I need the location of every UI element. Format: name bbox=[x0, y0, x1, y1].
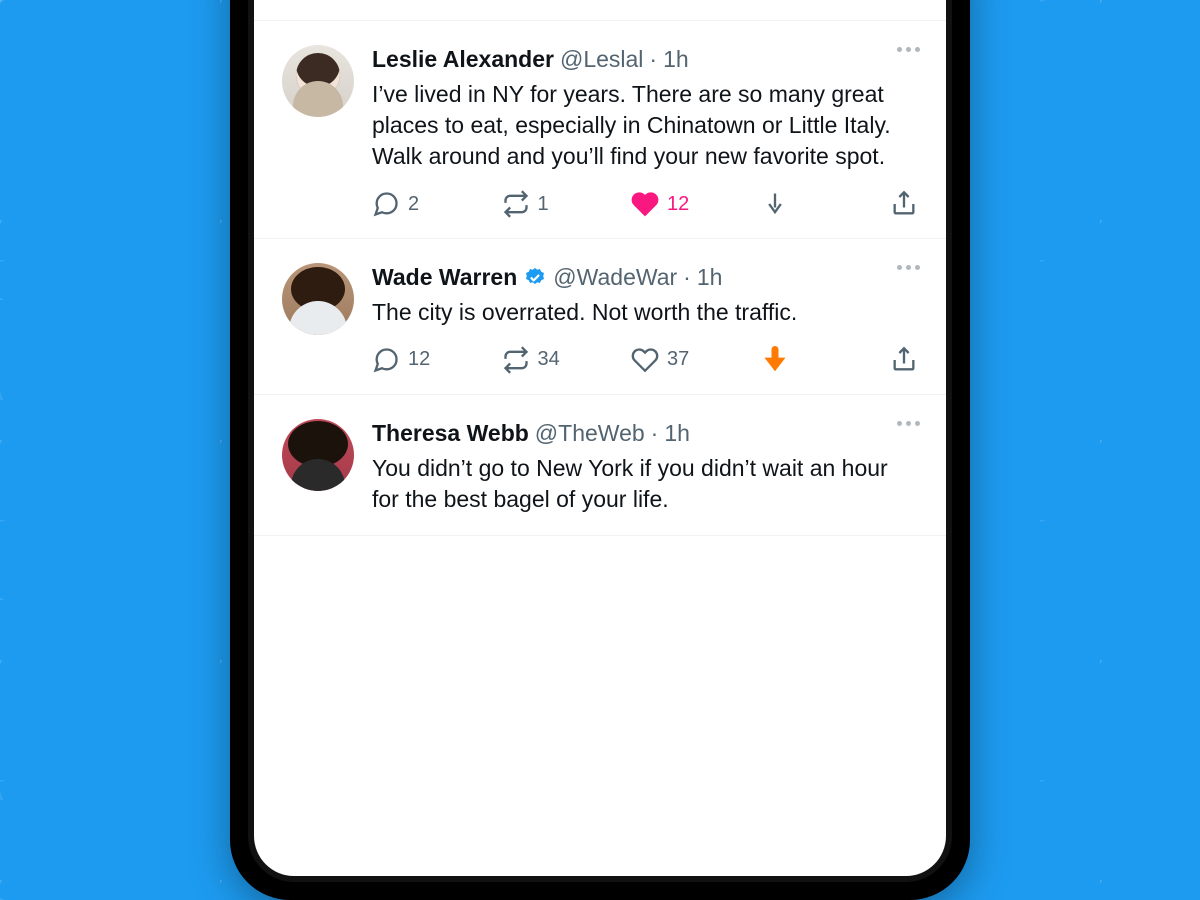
reply-count: 12 bbox=[408, 348, 430, 371]
share-button[interactable] bbox=[890, 190, 918, 218]
reply-icon bbox=[372, 190, 400, 218]
share-icon bbox=[890, 190, 918, 218]
phone-frame: Leslie Alexander @Leslal · 1h I’ve lived… bbox=[230, 0, 970, 900]
retweet-count: 1 bbox=[538, 193, 549, 216]
tweet-text: The city is overrated. Not worth the tra… bbox=[372, 297, 918, 328]
like-button[interactable]: 37 bbox=[631, 346, 751, 374]
reply-icon bbox=[372, 346, 400, 374]
display-name[interactable]: Theresa Webb bbox=[372, 419, 529, 449]
downvote-button[interactable] bbox=[761, 190, 881, 218]
retweet-button[interactable]: 34 bbox=[502, 346, 622, 374]
timestamp[interactable]: 1h bbox=[664, 419, 690, 449]
tweet[interactable]: Leslie Alexander @Leslal · 1h I’ve lived… bbox=[254, 21, 946, 239]
downvote-icon bbox=[761, 346, 789, 374]
tweet-body: Leslie Alexander @Leslal · 1h I’ve lived… bbox=[372, 45, 918, 218]
tweet-header: Leslie Alexander @Leslal · 1h bbox=[372, 45, 918, 75]
retweet-button[interactable]: 1 bbox=[502, 190, 622, 218]
avatar[interactable] bbox=[282, 45, 354, 117]
tweet-actions: 12 34 37 bbox=[372, 346, 918, 374]
retweet-icon bbox=[502, 346, 530, 374]
tweet-text: You didn’t go to New York if you didn’t … bbox=[372, 453, 918, 515]
tweet-text: I’ve lived in NY for years. There are so… bbox=[372, 79, 918, 172]
reply-button[interactable]: 12 bbox=[372, 346, 492, 374]
phone-screen: Leslie Alexander @Leslal · 1h I’ve lived… bbox=[254, 0, 946, 876]
avatar[interactable] bbox=[282, 419, 354, 491]
heart-icon bbox=[631, 346, 659, 374]
phone-bezel: Leslie Alexander @Leslal · 1h I’ve lived… bbox=[248, 0, 952, 882]
more-button[interactable] bbox=[897, 47, 920, 52]
tweet[interactable]: Wade Warren @WadeWar · 1h The city is ov… bbox=[254, 239, 946, 395]
tweet-body: Wade Warren @WadeWar · 1h The city is ov… bbox=[372, 263, 918, 374]
like-count: 12 bbox=[667, 193, 689, 216]
more-button[interactable] bbox=[897, 421, 920, 426]
like-count: 37 bbox=[667, 348, 689, 371]
user-handle[interactable]: @TheWeb bbox=[535, 419, 645, 449]
more-button[interactable] bbox=[897, 265, 920, 270]
separator-dot: · bbox=[651, 419, 659, 449]
avatar[interactable] bbox=[282, 263, 354, 335]
display-name[interactable]: Wade Warren bbox=[372, 263, 517, 293]
downvote-icon bbox=[761, 190, 789, 218]
tweet-header: Theresa Webb @TheWeb · 1h bbox=[372, 419, 918, 449]
tweet-actions: 2 1 12 bbox=[372, 190, 918, 218]
display-name[interactable]: Leslie Alexander bbox=[372, 45, 554, 75]
reply-button[interactable]: 2 bbox=[372, 190, 492, 218]
verified-badge-icon bbox=[523, 266, 547, 290]
timestamp[interactable]: 1h bbox=[697, 263, 723, 293]
top-action-bar bbox=[254, 0, 946, 21]
like-button[interactable]: 12 bbox=[631, 190, 751, 218]
user-handle[interactable]: @Leslal bbox=[560, 45, 643, 75]
tweet-body: Theresa Webb @TheWeb · 1h You didn’t go … bbox=[372, 419, 918, 515]
retweet-icon bbox=[502, 190, 530, 218]
heart-icon bbox=[631, 190, 659, 218]
downvote-button[interactable] bbox=[761, 346, 881, 374]
share-icon bbox=[890, 346, 918, 374]
separator-dot: · bbox=[683, 263, 691, 293]
user-handle[interactable]: @WadeWar bbox=[553, 263, 677, 293]
tweet[interactable]: Theresa Webb @TheWeb · 1h You didn’t go … bbox=[254, 395, 946, 536]
timestamp[interactable]: 1h bbox=[663, 45, 689, 75]
share-button[interactable] bbox=[890, 346, 918, 374]
reply-count: 2 bbox=[408, 193, 419, 216]
separator-dot: · bbox=[649, 45, 657, 75]
tweet-header: Wade Warren @WadeWar · 1h bbox=[372, 263, 918, 293]
retweet-count: 34 bbox=[538, 348, 560, 371]
